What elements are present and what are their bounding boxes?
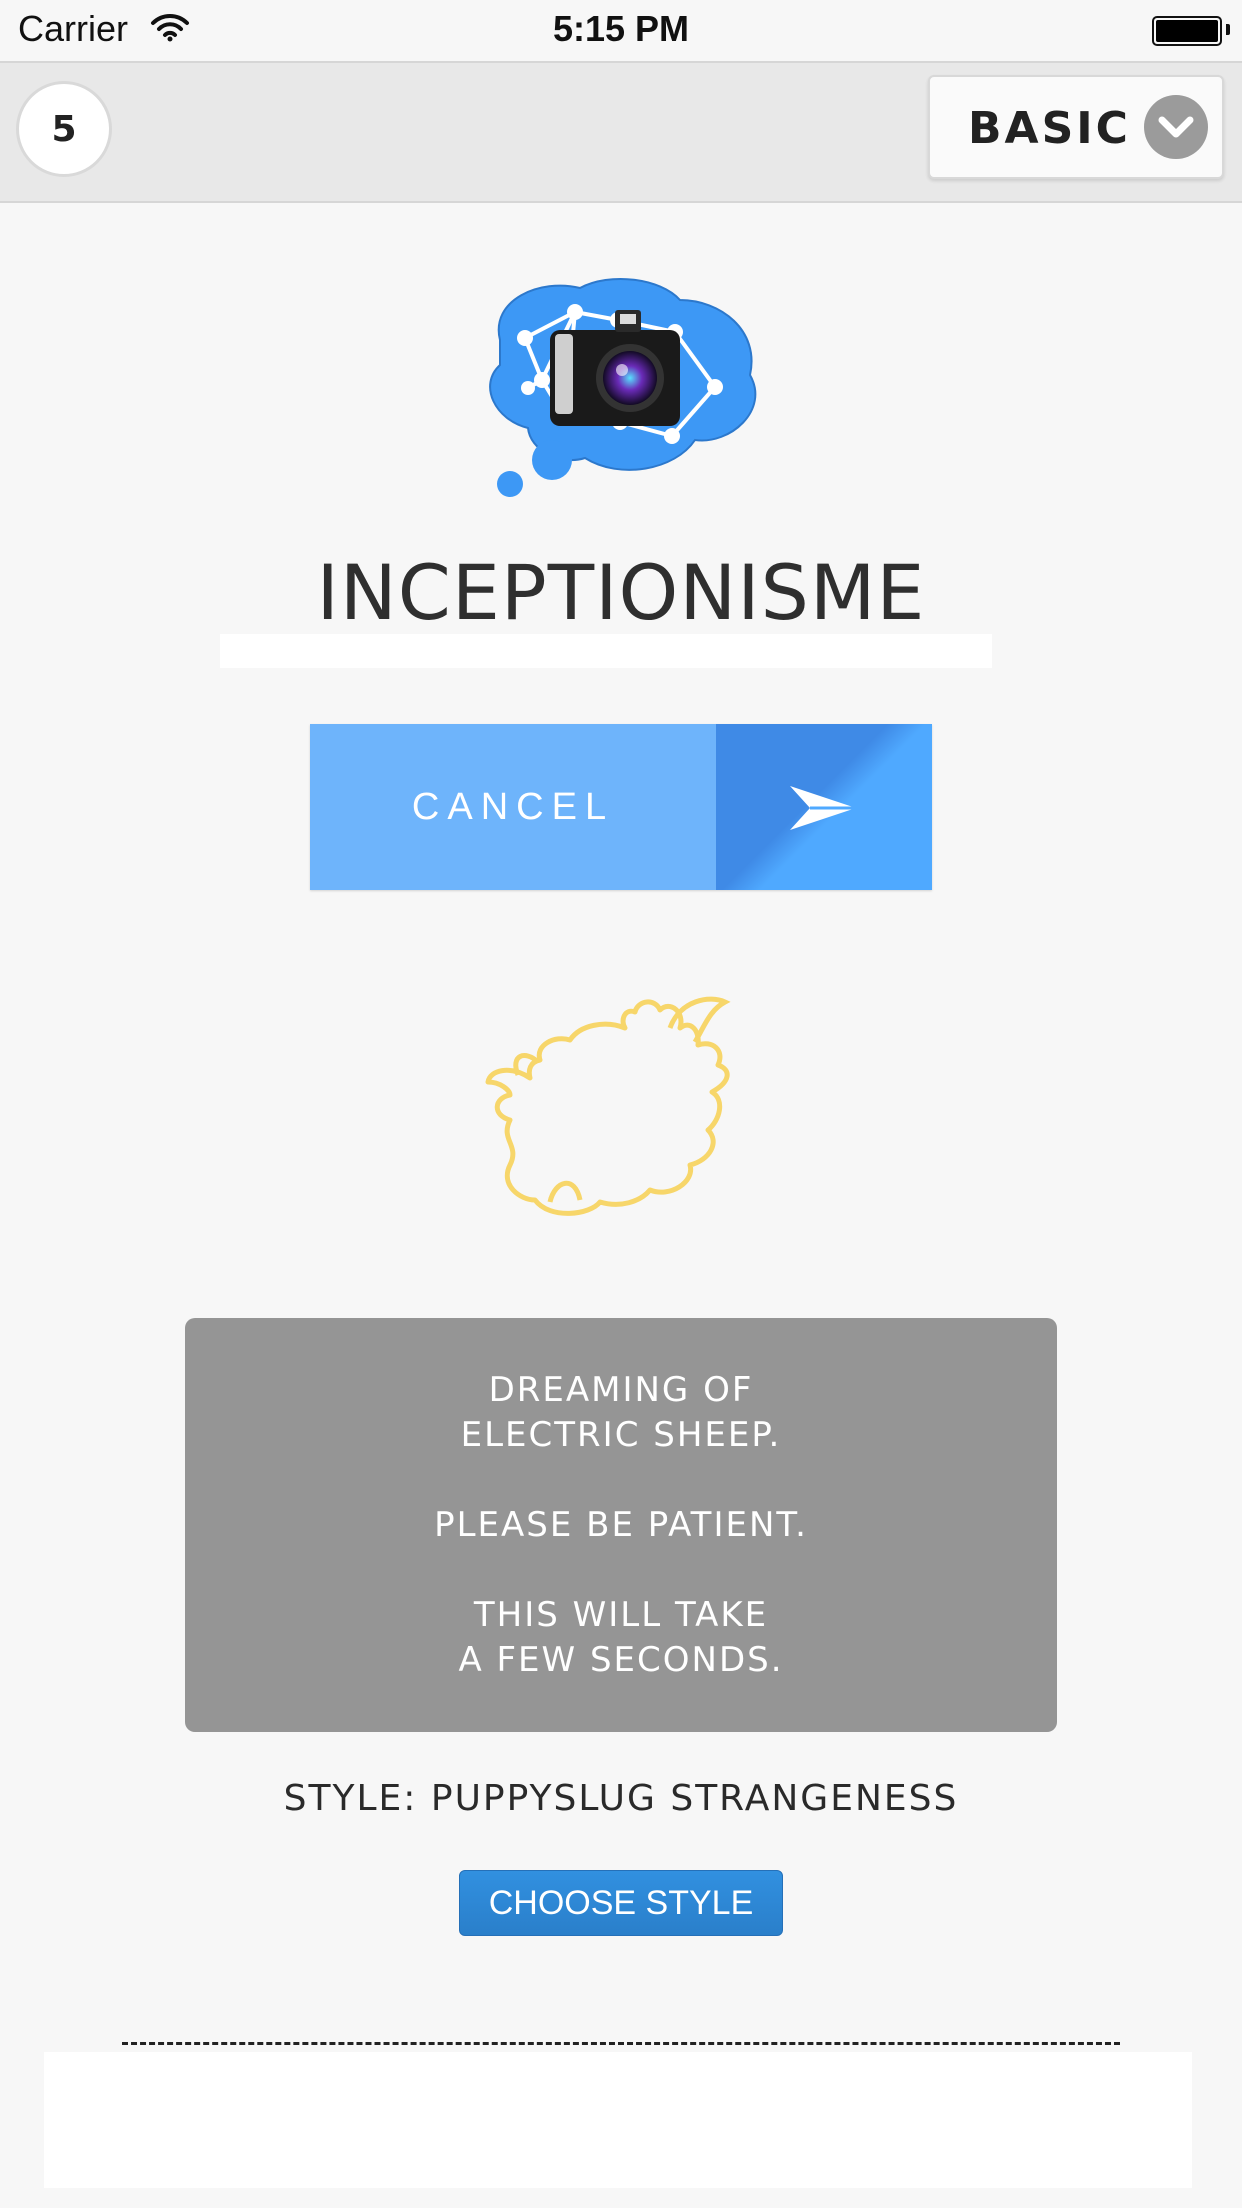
status-line [185,1548,1057,1593]
toolbar: 5 BASIC [0,61,1242,203]
cancel-send-button[interactable]: CANCEL [310,724,932,890]
app-title: INCEPTIONISME [316,548,926,637]
style-label: STYLE: PUPPYSLUG STRANGENESS [283,1778,959,1819]
mode-select-button[interactable]: BASIC [928,75,1224,179]
battery-icon [1152,16,1222,46]
status-line: A FEW SECONDS. [458,1640,784,1680]
paper-plane-icon [788,784,858,836]
send-button[interactable] [716,724,932,890]
mode-label: BASIC [968,103,1131,154]
status-message-panel: DREAMING OF ELECTRIC SHEEP. PLEASE BE PA… [185,1318,1057,1732]
chevron-down-icon [1144,95,1208,159]
ad-banner-area [44,2052,1192,2188]
status-line: DREAMING OF [488,1370,754,1410]
status-line: PLEASE BE PATIENT. [434,1505,808,1545]
cancel-label[interactable]: CANCEL [310,724,716,890]
status-message-text: DREAMING OF ELECTRIC SHEEP. PLEASE BE PA… [185,1368,1057,1683]
sheep-icon [480,970,770,1234]
title-underline [220,634,992,668]
choose-style-button[interactable]: CHOOSE STYLE [459,1870,783,1936]
dashed-divider [122,2042,1120,2045]
battery-tip [1226,24,1230,35]
status-line: THIS WILL TAKE [473,1595,769,1635]
status-line [185,1458,1057,1503]
clock: 5:15 PM [552,8,690,49]
count-badge[interactable]: 5 [16,81,112,177]
status-bar: Carrier 5:15 PM [0,0,1242,60]
status-line: ELECTRIC SHEEP. [460,1415,782,1455]
brain-camera-logo-icon [470,270,770,506]
